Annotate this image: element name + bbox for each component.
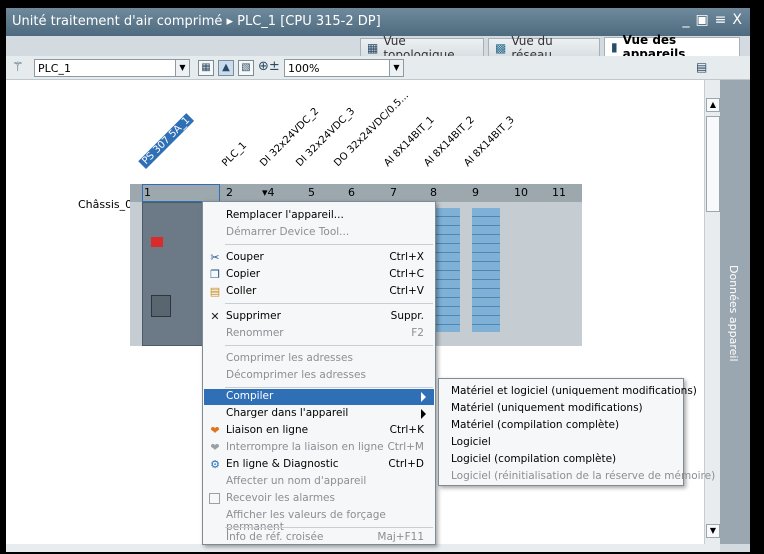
device-data-panel[interactable]: Données appareil bbox=[720, 80, 750, 544]
menu-item-copy[interactable]: ❐ Copier Ctrl+C bbox=[204, 267, 434, 283]
menu-item-cross-reference-info[interactable]: Info de réf. croisée Maj+F11 bbox=[204, 530, 434, 546]
ai-module-2[interactable] bbox=[432, 208, 460, 332]
tab-network-view[interactable]: ▩ Vue du réseau bbox=[488, 34, 600, 62]
window-title: Unité traitement d'air comprimé ▸ PLC_1 … bbox=[12, 14, 381, 29]
selected-slot-frame bbox=[142, 184, 220, 202]
cut-icon: ✂ bbox=[210, 251, 220, 264]
slot-number: 7 bbox=[390, 186, 397, 199]
menu-item-cut[interactable]: ✂ Couper Ctrl+X bbox=[204, 250, 434, 266]
network-icon: ▩ bbox=[495, 40, 507, 55]
panel-toggle-icon[interactable]: ▤ bbox=[696, 60, 707, 74]
menu-separator bbox=[225, 387, 433, 388]
close-icon[interactable]: X bbox=[732, 12, 742, 28]
tab-topology-view[interactable]: ▦ Vue topologique bbox=[360, 34, 484, 62]
device-icon: ▮ bbox=[611, 40, 618, 54]
go-offline-icon: ❤ bbox=[210, 441, 220, 454]
table-icon[interactable]: ▧ bbox=[238, 60, 254, 76]
slot-number: 1 bbox=[144, 186, 151, 199]
scroll-down-icon[interactable]: ▼ bbox=[706, 524, 720, 538]
zoom-icon[interactable]: ⊕± bbox=[258, 59, 280, 74]
menu-item-go-offline[interactable]: ❤ Interrompre la liaison en ligne Ctrl+M bbox=[204, 440, 434, 456]
view-tabs: ▦ Vue topologique ▩ Vue du réseau ▮ Vue … bbox=[6, 33, 750, 62]
power-led bbox=[151, 237, 163, 247]
menu-item-go-online[interactable]: ❤ Liaison en ligne Ctrl+K bbox=[204, 423, 434, 439]
slot-number: 10 bbox=[514, 186, 528, 199]
delete-icon: ✕ bbox=[210, 310, 220, 323]
slot-number: 6 bbox=[348, 186, 355, 199]
restore-icon[interactable]: ▣ bbox=[695, 12, 708, 28]
tia-portal-window: Unité traitement d'air comprimé ▸ PLC_1 … bbox=[6, 8, 750, 552]
menu-item-decompress-addresses[interactable]: Décomprimer les adresses bbox=[204, 368, 434, 384]
menu-item-show-force-values[interactable]: Afficher les valeurs de forçage permanen… bbox=[204, 508, 434, 533]
menu-item-start-device-tool[interactable]: Démarrer Device Tool... bbox=[204, 225, 434, 241]
submenu-item-hw-changes[interactable]: Matériel (uniquement modifications) bbox=[451, 402, 643, 414]
menu-item-paste[interactable]: ▤ Coller Ctrl+V bbox=[204, 284, 434, 300]
device-overview-icon[interactable]: ⚚ bbox=[12, 60, 24, 75]
submenu-item-hw-sw-changes[interactable]: Matériel et logiciel (uniquement modific… bbox=[451, 385, 697, 397]
slot-number: 9 bbox=[472, 186, 479, 199]
chevron-down-icon: ▼ bbox=[175, 60, 189, 76]
slot-number: 11 bbox=[552, 186, 566, 199]
slot-number: 2 bbox=[226, 186, 233, 199]
menu-item-delete[interactable]: ✕ Supprimer Suppr. bbox=[204, 309, 434, 325]
device-view-toolbar: ⚚ PLC_1 ▼ ▦ ▲ ▧ ⊕± 100% ▼ ▤ bbox=[6, 56, 750, 80]
ai-module-3[interactable] bbox=[472, 208, 500, 332]
go-online-icon: ❤ bbox=[210, 424, 220, 437]
rack-name: Châssis_0 bbox=[78, 198, 133, 211]
title-bar: Unité traitement d'air comprimé ▸ PLC_1 … bbox=[6, 8, 750, 36]
menu-separator bbox=[225, 345, 433, 346]
alarm-icon bbox=[209, 493, 220, 504]
minimize-icon[interactable]: _ bbox=[682, 12, 689, 28]
submenu-item-sw-full[interactable]: Logiciel (compilation complète) bbox=[451, 453, 616, 465]
submenu-item-sw[interactable]: Logiciel bbox=[451, 436, 491, 448]
zoom-select[interactable]: 100% ▼ bbox=[284, 59, 404, 77]
menu-separator bbox=[225, 527, 433, 528]
menu-item-download-to-device[interactable]: Charger dans l'appareil bbox=[204, 406, 434, 422]
topology-icon: ▦ bbox=[367, 40, 379, 55]
menu-separator bbox=[225, 303, 433, 304]
device-data-label: Données appareil bbox=[727, 265, 740, 362]
scroll-thumb[interactable] bbox=[706, 116, 720, 212]
slot-number: 5 bbox=[308, 186, 315, 199]
context-menu: Remplacer l'appareil... Démarrer Device … bbox=[202, 201, 436, 545]
menu-icon[interactable]: ≡ bbox=[715, 12, 727, 28]
menu-item-replace-device[interactable]: Remplacer l'appareil... bbox=[204, 208, 434, 224]
compile-submenu: Matériel et logiciel (uniquement modific… bbox=[438, 378, 715, 486]
menu-separator bbox=[225, 244, 433, 245]
scroll-up-icon[interactable]: ▲ bbox=[706, 98, 720, 112]
submenu-item-hw-full[interactable]: Matériel (compilation complète) bbox=[451, 419, 619, 431]
grid-icon[interactable]: ▦ bbox=[198, 60, 214, 76]
slot-number: ▾4 bbox=[262, 186, 275, 199]
menu-item-assign-device-name[interactable]: Affecter un nom d'appareil bbox=[204, 474, 434, 490]
paste-icon: ▤ bbox=[209, 285, 221, 298]
copy-icon: ❐ bbox=[210, 268, 220, 281]
menu-item-compress-addresses[interactable]: Comprimer les adresses bbox=[204, 351, 434, 367]
slot-number: 8 bbox=[430, 186, 437, 199]
menu-item-rename[interactable]: Renommer F2 bbox=[204, 326, 434, 342]
submenu-arrow-icon bbox=[421, 392, 426, 402]
terminal-block bbox=[151, 295, 171, 317]
submenu-arrow-icon bbox=[421, 409, 426, 419]
menu-item-online-diagnostics[interactable]: ⚙ En ligne & Diagnostic Ctrl+D bbox=[204, 457, 434, 473]
menu-item-compile[interactable]: Compiler bbox=[204, 389, 434, 405]
tab-device-view[interactable]: ▮ Vue des appareils bbox=[604, 33, 740, 61]
menu-item-receive-alarms[interactable]: Recevoir les alarmes bbox=[204, 491, 434, 507]
chevron-down-icon: ▼ bbox=[389, 60, 403, 76]
snap-icon[interactable]: ▲ bbox=[218, 60, 234, 76]
submenu-item-sw-reset-memory[interactable]: Logiciel (réinitialisation de la réserve… bbox=[451, 470, 715, 482]
device-select[interactable]: PLC_1 ▼ bbox=[34, 59, 190, 77]
diagnostic-icon: ⚙ bbox=[210, 458, 220, 471]
